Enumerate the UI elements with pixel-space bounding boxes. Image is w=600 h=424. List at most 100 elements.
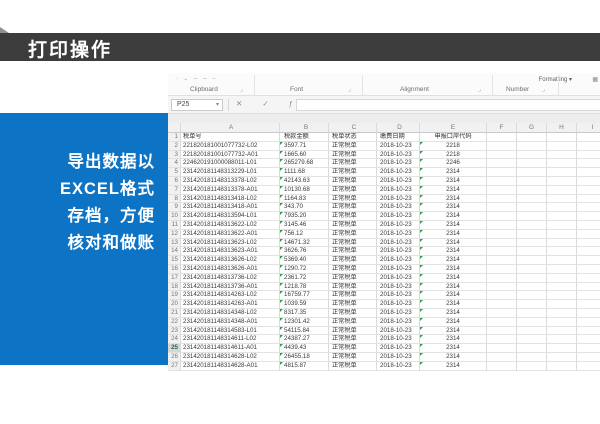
cell-payment-date[interactable]: 2018-10-23: [377, 335, 420, 344]
conditional-formatting-button[interactable]: Formatting ▾: [539, 76, 572, 83]
cell-tax-bill-number[interactable]: 221820181001077732-A01: [181, 151, 280, 160]
cell-payment-date[interactable]: 缴费日期: [377, 133, 420, 142]
column-header-f[interactable]: F: [487, 123, 517, 133]
cell-tax-amount[interactable]: 1164.83: [280, 195, 329, 204]
cell-payment-date[interactable]: 2018-10-23: [377, 212, 420, 221]
cell-declaration-port-code[interactable]: 2314: [420, 212, 487, 221]
cell-payment-date[interactable]: 2018-10-23: [377, 168, 420, 177]
cell-empty[interactable]: [547, 168, 577, 177]
row-number[interactable]: 9: [168, 203, 181, 212]
row-number[interactable]: 13: [168, 239, 181, 248]
cell-tax-bill-status[interactable]: 正常税单: [329, 212, 377, 221]
cell-empty[interactable]: [547, 239, 577, 248]
number-dialog-launcher-icon[interactable]: ⌟: [542, 86, 545, 93]
cell-tax-bill-number[interactable]: 231420181148313623-A01: [181, 247, 280, 256]
cell-empty[interactable]: [487, 309, 517, 318]
cell-declaration-port-code[interactable]: 2314: [420, 300, 487, 309]
cell-declaration-port-code[interactable]: 2314: [420, 177, 487, 186]
cell-empty[interactable]: [517, 318, 547, 327]
cell-tax-bill-status[interactable]: 正常税单: [329, 300, 377, 309]
alignment-dialog-launcher-icon[interactable]: ⌟: [478, 86, 481, 93]
cell-tax-bill-status[interactable]: 正常税单: [329, 309, 377, 318]
cell-tax-bill-number[interactable]: 221820181001077732-L02: [181, 142, 280, 151]
row-number[interactable]: 20: [168, 300, 181, 309]
cell-declaration-port-code[interactable]: 2314: [420, 335, 487, 344]
cell-empty[interactable]: [577, 247, 600, 256]
cell-payment-date[interactable]: 2018-10-23: [377, 353, 420, 362]
cell-empty[interactable]: [547, 353, 577, 362]
cell-empty[interactable]: [517, 265, 547, 274]
cell-declaration-port-code[interactable]: 2314: [420, 274, 487, 283]
cell-tax-bill-status[interactable]: 正常税单: [329, 291, 377, 300]
cell-tax-bill-number[interactable]: 231420181148313626-A01: [181, 265, 280, 274]
row-number[interactable]: 5: [168, 168, 181, 177]
cell-empty[interactable]: [487, 230, 517, 239]
cell-empty[interactable]: [517, 344, 547, 353]
cell-empty[interactable]: [577, 274, 600, 283]
cell-empty[interactable]: [517, 177, 547, 186]
cell-empty[interactable]: [577, 239, 600, 248]
row-number[interactable]: 26: [168, 353, 181, 362]
cell-tax-bill-number[interactable]: 231420181148313418-L02: [181, 195, 280, 204]
cell-tax-bill-status[interactable]: 税单状态: [329, 133, 377, 142]
cell-payment-date[interactable]: 2018-10-23: [377, 195, 420, 204]
cell-empty[interactable]: [547, 344, 577, 353]
cell-tax-bill-number[interactable]: 231420181148313378-A01: [181, 186, 280, 195]
cell-empty[interactable]: [547, 309, 577, 318]
cell-declaration-port-code[interactable]: 2314: [420, 353, 487, 362]
cell-declaration-port-code[interactable]: 2314: [420, 291, 487, 300]
cell-empty[interactable]: [577, 230, 600, 239]
cell-empty[interactable]: [517, 247, 547, 256]
cell-empty[interactable]: [517, 327, 547, 336]
column-header-e[interactable]: E: [420, 123, 487, 133]
row-number[interactable]: 25: [168, 344, 181, 353]
cell-empty[interactable]: [487, 221, 517, 230]
cell-empty[interactable]: [577, 203, 600, 212]
cell-tax-amount[interactable]: 3626.76: [280, 247, 329, 256]
formula-input[interactable]: [296, 99, 600, 111]
table-format-icon[interactable]: ▦: [592, 76, 598, 83]
cell-empty[interactable]: [577, 142, 600, 151]
cell-empty[interactable]: [577, 353, 600, 362]
cell-tax-bill-status[interactable]: 正常税单: [329, 230, 377, 239]
cell-empty[interactable]: [487, 195, 517, 204]
cell-tax-amount[interactable]: 3145.46: [280, 221, 329, 230]
cell-tax-amount[interactable]: 42143.63: [280, 177, 329, 186]
cell-tax-bill-status[interactable]: 正常税单: [329, 168, 377, 177]
row-number[interactable]: 4: [168, 159, 181, 168]
cell-empty[interactable]: [517, 362, 547, 371]
row-number[interactable]: 7: [168, 186, 181, 195]
cell-tax-amount[interactable]: 24387.27: [280, 335, 329, 344]
cell-tax-bill-number[interactable]: 231420181148313736-A01: [181, 283, 280, 292]
cell-empty[interactable]: [577, 327, 600, 336]
cell-tax-amount[interactable]: 4439.43: [280, 344, 329, 353]
cell-tax-amount[interactable]: 3597.71: [280, 142, 329, 151]
cell-empty[interactable]: [487, 265, 517, 274]
cell-empty[interactable]: [517, 353, 547, 362]
row-number[interactable]: 14: [168, 247, 181, 256]
cell-payment-date[interactable]: 2018-10-23: [377, 283, 420, 292]
cell-tax-bill-number[interactable]: 231420181148313594-L01: [181, 212, 280, 221]
cell-empty[interactable]: [547, 327, 577, 336]
cell-empty[interactable]: [487, 151, 517, 160]
cell-empty[interactable]: [487, 300, 517, 309]
cell-tax-bill-status[interactable]: 正常税单: [329, 335, 377, 344]
cell-empty[interactable]: [547, 142, 577, 151]
cell-tax-bill-status[interactable]: 正常税单: [329, 327, 377, 336]
cell-empty[interactable]: [577, 265, 600, 274]
row-number[interactable]: 19: [168, 291, 181, 300]
cell-empty[interactable]: [517, 151, 547, 160]
cell-empty[interactable]: [517, 186, 547, 195]
cell-declaration-port-code[interactable]: 2314: [420, 195, 487, 204]
cell-empty[interactable]: [547, 151, 577, 160]
cell-empty[interactable]: [577, 335, 600, 344]
font-dialog-launcher-icon[interactable]: ⌟: [348, 86, 351, 93]
cell-empty[interactable]: [487, 283, 517, 292]
cell-empty[interactable]: [577, 151, 600, 160]
cell-tax-bill-status[interactable]: 正常税单: [329, 203, 377, 212]
cell-tax-bill-status[interactable]: 正常税单: [329, 247, 377, 256]
column-header-d[interactable]: D: [377, 123, 420, 133]
column-header-g[interactable]: G: [517, 123, 547, 133]
cell-empty[interactable]: [517, 291, 547, 300]
column-header-b[interactable]: B: [280, 123, 329, 133]
